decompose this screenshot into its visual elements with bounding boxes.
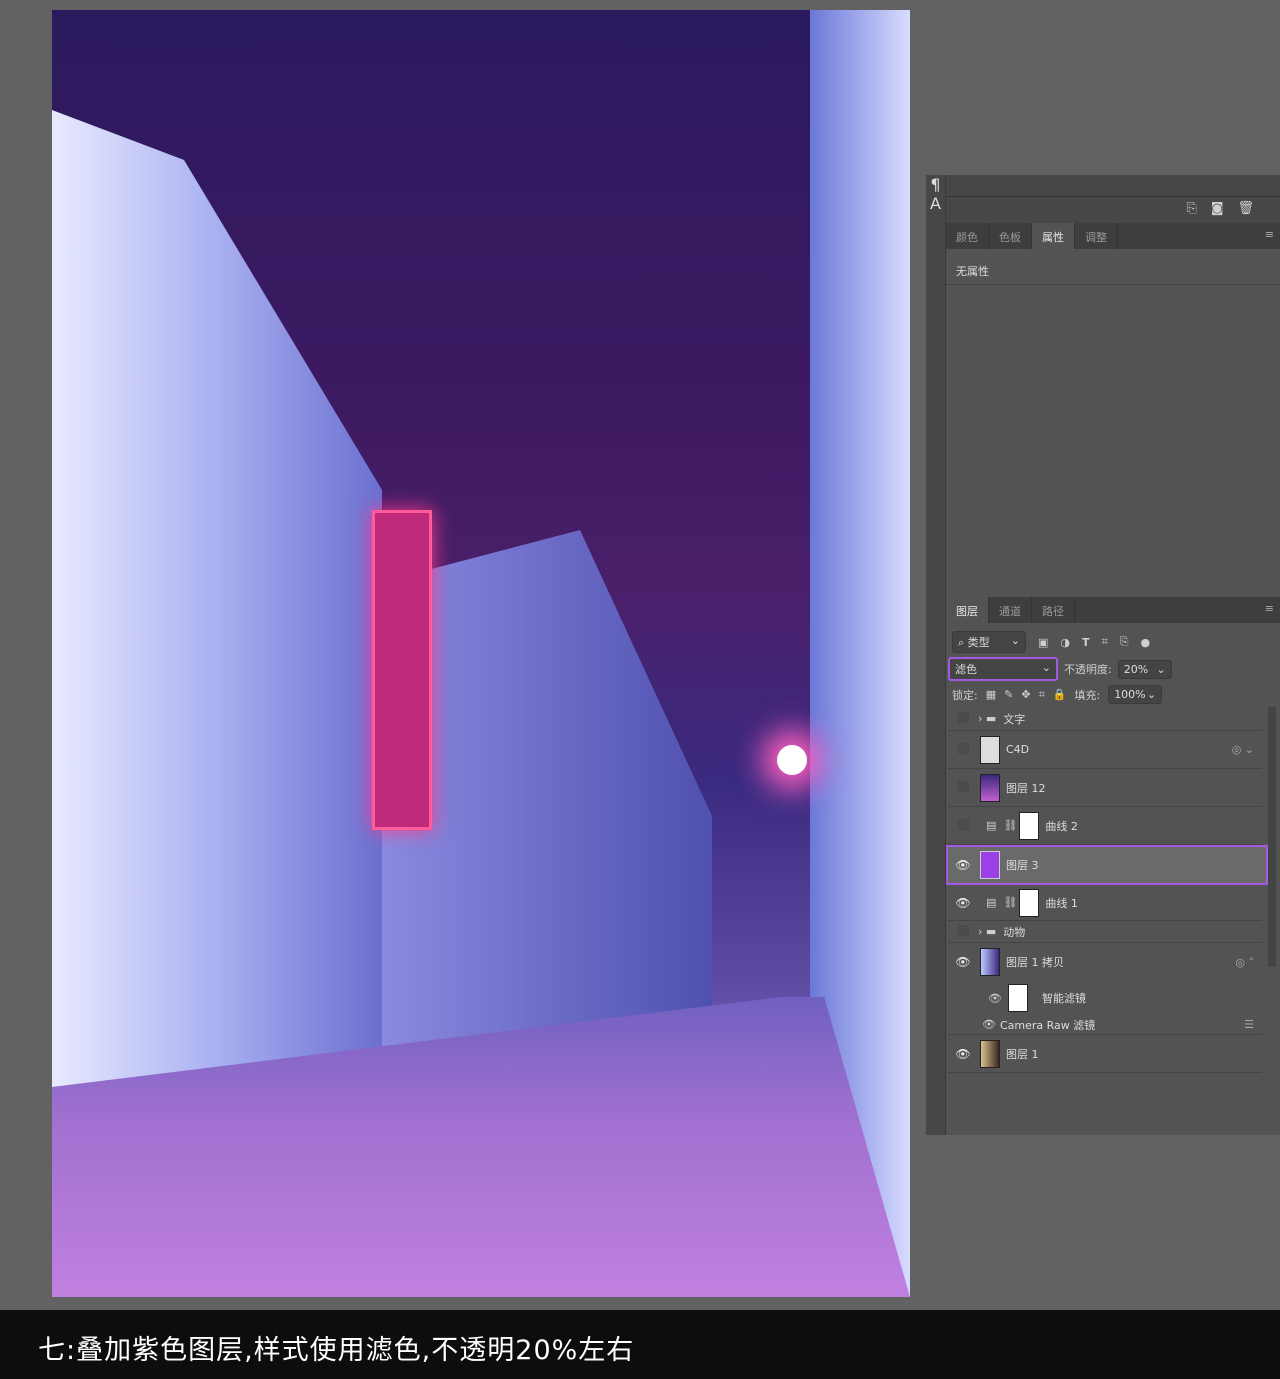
curves-icon: ▤ xyxy=(986,896,1004,909)
fill-input[interactable]: 100% ⌄ xyxy=(1108,685,1163,704)
filter-toggle[interactable]: ● xyxy=(1141,636,1151,649)
character-icon[interactable]: A xyxy=(926,194,945,213)
paragraph-icon[interactable]: ¶ xyxy=(926,175,945,194)
new-snapshot-icon[interactable]: ⎘ xyxy=(1186,201,1196,223)
link-icon[interactable]: ⛓ xyxy=(1003,896,1017,909)
layer-thumbnail xyxy=(980,948,1000,976)
properties-text: 无属性 xyxy=(946,249,1280,285)
adjustment-filter-icon[interactable]: ◑ xyxy=(1060,636,1070,649)
layers-scrollbar[interactable] xyxy=(1268,707,1276,967)
layer-thumbnail xyxy=(980,773,1000,802)
layer-group-text[interactable]: › ▬ 文字 xyxy=(948,707,1262,731)
layer-thumbnail xyxy=(980,735,1000,764)
tab-swatches[interactable]: 色板 xyxy=(989,223,1032,249)
eye-icon[interactable]: 👁 xyxy=(948,1047,978,1061)
linked-icon[interactable]: ◎ ˄ xyxy=(1235,956,1254,969)
camera-icon[interactable]: ◙ xyxy=(1211,201,1224,223)
curves-icon: ▤ xyxy=(986,819,1004,832)
visibility-toggle[interactable] xyxy=(957,780,969,792)
eye-icon[interactable]: 👁 xyxy=(948,955,978,969)
layer-c4d[interactable]: C4D ◎ ⌄ xyxy=(948,731,1262,769)
panel-topbar xyxy=(946,175,1280,197)
layers-panel: 图层 通道 路径 ≡ ⌕ 类型 ⌄ ▣ ◑ T ⌗ ⎘ ● 滤色 ⌄ 不透明度: 2… xyxy=(946,597,1280,1135)
lock-label: 锁定: xyxy=(952,688,978,702)
opacity-label: 不透明度: xyxy=(1064,663,1112,676)
layer-1[interactable]: 👁 图层 1 xyxy=(948,1035,1262,1073)
tab-properties[interactable]: 属性 xyxy=(1032,223,1075,249)
eye-icon[interactable]: 👁 xyxy=(982,1018,996,1031)
tool-strip: ¶ A xyxy=(926,175,946,1135)
layers-menu-icon[interactable]: ≡ xyxy=(1259,597,1280,623)
folder-icon: ▬ xyxy=(985,712,1004,725)
mask-thumbnail xyxy=(1019,811,1040,840)
layer-curves-2[interactable]: ▤ ⛓ 曲线 2 xyxy=(948,807,1262,845)
filter-mask-thumbnail xyxy=(1007,984,1028,1012)
shape-filter-icon[interactable]: ⌗ xyxy=(1102,635,1108,649)
filter-options-icon[interactable]: ☰ xyxy=(1244,1018,1254,1031)
lock-position-icon[interactable]: ✥ xyxy=(1021,688,1030,701)
tab-adjustments[interactable]: 调整 xyxy=(1075,223,1118,249)
visibility-toggle[interactable] xyxy=(957,818,969,830)
layer-curves-1[interactable]: 👁 ▤ ⛓ 曲线 1 xyxy=(948,885,1262,921)
lock-artboard-icon[interactable]: ⌗ xyxy=(1039,688,1045,702)
fill-label: 填充: xyxy=(1074,688,1101,702)
layer-1-copy[interactable]: 👁 图层 1 拷贝 ◎ ˄ xyxy=(948,943,1262,981)
filter-kind-select[interactable]: ⌕ 类型 ⌄ xyxy=(952,631,1026,653)
mask-thumbnail xyxy=(1019,888,1040,917)
tab-channels[interactable]: 通道 xyxy=(989,597,1032,623)
visibility-toggle[interactable] xyxy=(957,742,969,754)
eye-icon[interactable]: 👁 xyxy=(948,858,978,872)
link-icon[interactable]: ⛓ xyxy=(1003,819,1017,832)
layer-thumbnail xyxy=(980,851,1000,879)
lock-all-icon[interactable]: 🔒 xyxy=(1053,688,1067,701)
visibility-toggle[interactable] xyxy=(957,711,969,723)
tab-paths[interactable]: 路径 xyxy=(1032,597,1075,623)
caption: 七:叠加紫色图层,样式使用滤色,不透明20%左右 xyxy=(0,1310,1280,1379)
layer-3-selected[interactable]: 👁 图层 3 xyxy=(946,845,1268,885)
visibility-toggle[interactable] xyxy=(957,924,969,936)
expand-icon[interactable]: › xyxy=(978,712,986,725)
opacity-input[interactable]: 20% ⌄ xyxy=(1117,659,1172,679)
tab-layers[interactable]: 图层 xyxy=(946,597,989,623)
layer-12[interactable]: 图层 12 xyxy=(948,769,1262,807)
linked-icon[interactable]: ◎ ⌄ xyxy=(1232,743,1254,756)
lock-paint-icon[interactable]: ✎ xyxy=(1004,688,1013,701)
right-panel: ¶ A ⎘ ◙ 🗑 颜色 色板 属性 调整 ≡ 无属性 图层 通道 路径 ≡ ⌕… xyxy=(926,175,1280,1135)
type-filter-icon[interactable]: T xyxy=(1082,636,1090,649)
camera-raw-filter[interactable]: 👁 Camera Raw 滤镜 ☰ xyxy=(948,1015,1262,1035)
tab-color[interactable]: 颜色 xyxy=(946,223,989,249)
panel-menu-icon[interactable]: ≡ xyxy=(1259,223,1280,249)
layer-group-animals[interactable]: › ▬ 动物 xyxy=(948,921,1262,943)
smart-filters[interactable]: 👁 智能滤镜 xyxy=(948,981,1262,1015)
eye-icon[interactable]: 👁 xyxy=(988,992,1002,1005)
expand-icon[interactable]: › xyxy=(978,925,986,938)
image-filter-icon[interactable]: ▣ xyxy=(1038,636,1048,649)
lock-transparency-icon[interactable]: ▦ xyxy=(986,688,996,701)
trash-icon[interactable]: 🗑 xyxy=(1237,201,1254,223)
eye-icon[interactable]: 👁 xyxy=(948,896,978,910)
blend-mode-select[interactable]: 滤色 ⌄ xyxy=(948,657,1058,681)
canvas-image xyxy=(52,10,910,1297)
folder-icon: ▬ xyxy=(985,925,1004,938)
smart-object-filter-icon[interactable]: ⎘ xyxy=(1120,635,1129,649)
layer-thumbnail xyxy=(980,1039,1000,1068)
